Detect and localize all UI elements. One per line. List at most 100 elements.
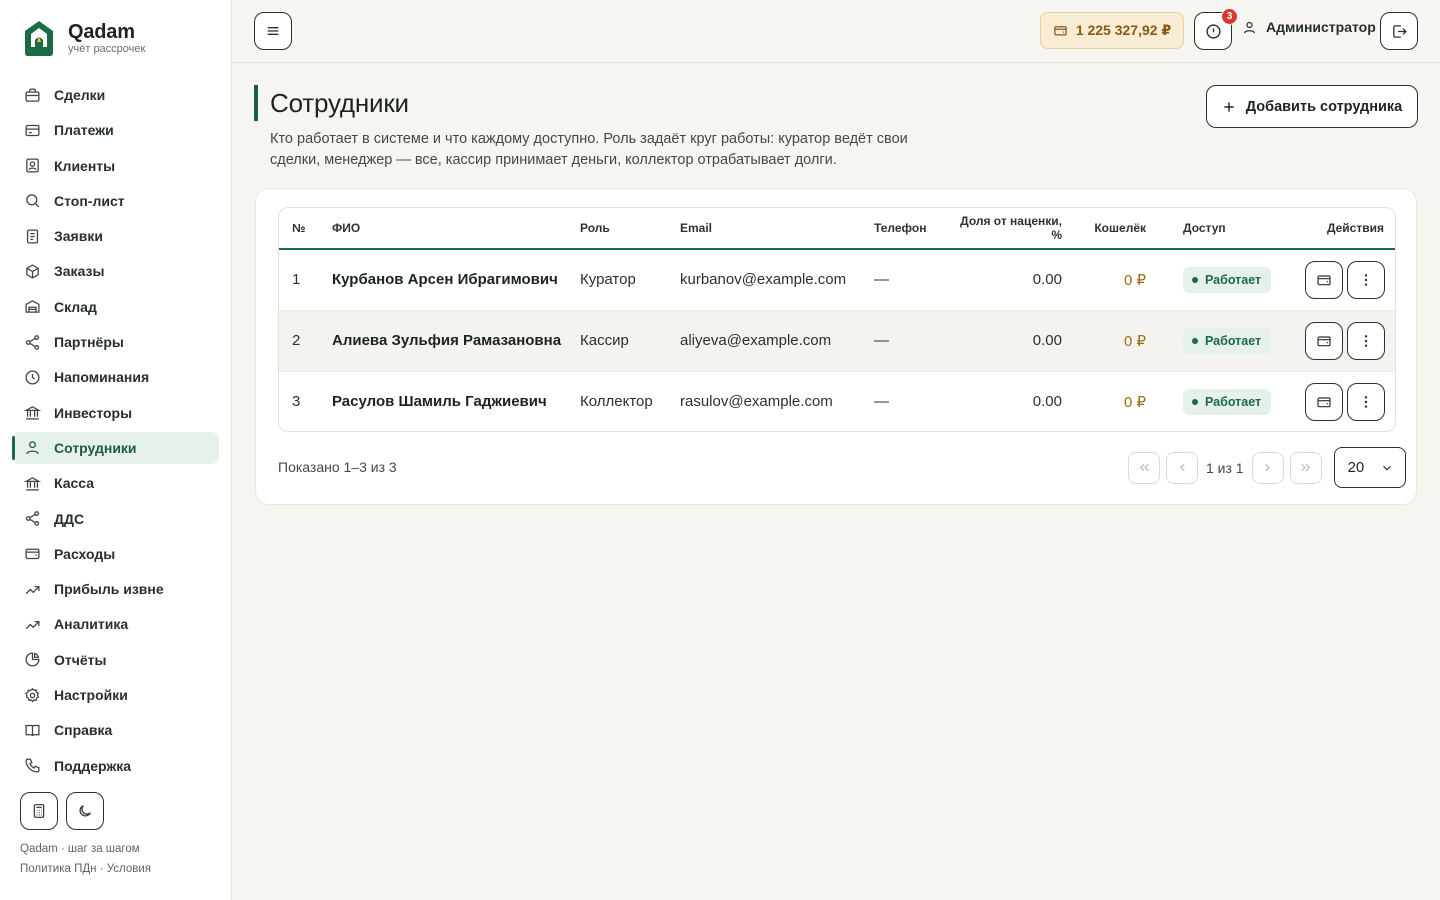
bank-icon xyxy=(24,476,41,491)
sidebar-item-label: Расходы xyxy=(54,545,116,562)
sidebar-item-employees[interactable]: Сотрудники xyxy=(12,431,219,464)
sidebar-item-label: Клиенты xyxy=(54,157,116,174)
calculator-icon xyxy=(33,804,45,818)
cell-share: 0.00 xyxy=(1032,271,1062,289)
brand[interactable]: Qadam учёт рассрочек xyxy=(24,20,145,57)
sidebar-item-reminders[interactable]: Напоминания xyxy=(12,361,219,393)
document-icon xyxy=(26,229,39,244)
wallet-icon xyxy=(25,548,40,560)
user-menu[interactable]: Администратор xyxy=(1242,19,1376,35)
column-header-access[interactable]: Доступ xyxy=(1170,208,1270,249)
sidebar-item-cash[interactable]: Касса xyxy=(12,467,219,499)
sidebar-item-investors[interactable]: Инвесторы xyxy=(12,397,219,429)
clock-icon xyxy=(25,370,40,385)
sidebar-item-settings[interactable]: Настройки xyxy=(12,679,219,711)
column-header-phone[interactable]: Телефон xyxy=(861,208,943,249)
sidebar-item-label: Сделки xyxy=(54,87,106,103)
status-dot xyxy=(1192,276,1198,283)
sidebar-item-warehouse[interactable]: Склад xyxy=(12,291,219,323)
user-name: Администратор xyxy=(1266,19,1376,35)
last-page-button[interactable] xyxy=(1289,451,1322,484)
more-actions-button[interactable] xyxy=(1347,382,1385,421)
sidebar-item-analytics[interactable]: Аналитика xyxy=(12,608,219,640)
column-header-email[interactable]: Email xyxy=(667,208,861,249)
logout-button[interactable] xyxy=(1380,12,1418,50)
cell-name[interactable]: Алиева Зульфия Рамазановна xyxy=(319,310,567,371)
cell-role: Куратор xyxy=(580,271,636,289)
wallet-icon xyxy=(1317,275,1331,286)
cell-role: Коллектор xyxy=(580,393,653,411)
column-header-share[interactable]: Доля от наценки, % xyxy=(943,208,1076,249)
table-row[interactable]: 3 Расулов Шамиль Гаджиевич Коллектор ras… xyxy=(279,371,1395,431)
column-header-number[interactable]: № xyxy=(279,208,319,249)
sidebar-item-expenses[interactable]: Расходы xyxy=(12,538,219,570)
sidebar-item-requests[interactable]: Заявки xyxy=(12,220,219,252)
column-header-role[interactable]: Роль xyxy=(567,208,667,249)
prev-page-button[interactable] xyxy=(1166,451,1198,484)
sidebar-item-payments[interactable]: Платежи xyxy=(12,114,219,146)
sidebar-item-label: Поддержка xyxy=(54,757,132,774)
employees-card: № ФИО Роль Email Телефон Доля от наценки… xyxy=(255,188,1417,505)
cell-name[interactable]: Расулов Шамиль Гаджиевич xyxy=(319,371,567,431)
cell-email: kurbanov@example.com xyxy=(680,271,847,289)
rows-shown-text: Показано 1–3 из 3 xyxy=(278,459,397,475)
status-label: Работает xyxy=(1205,394,1262,409)
more-vertical-icon xyxy=(1364,273,1368,286)
sidebar: Qadam учёт рассрочек Сделки Платежи Клие… xyxy=(0,0,232,900)
cell-wallet: 0 ₽ xyxy=(1123,271,1146,289)
cell-wallet: 0 ₽ xyxy=(1123,332,1146,350)
wallet-button[interactable] xyxy=(1305,321,1343,360)
bank-icon xyxy=(24,406,41,420)
user-icon xyxy=(26,441,39,455)
sidebar-item-label: Отчёты xyxy=(54,651,107,668)
plus-icon xyxy=(1224,101,1234,112)
add-employee-button[interactable]: Добавить сотрудника xyxy=(1206,85,1418,128)
wallet-button[interactable] xyxy=(1305,260,1343,299)
wallet-button[interactable] xyxy=(1305,382,1343,421)
footer-links[interactable]: Политика ПДн · Условия xyxy=(20,859,151,879)
more-actions-button[interactable] xyxy=(1347,260,1385,299)
cell-email: aliyeva@example.com xyxy=(680,332,832,349)
calculator-button[interactable] xyxy=(20,792,58,830)
table-row[interactable]: 2 Алиева Зульфия Рамазановна Кассир aliy… xyxy=(279,310,1395,371)
book-icon xyxy=(25,724,40,737)
cell-phone: — xyxy=(874,393,889,411)
sidebar-item-external-profit[interactable]: Прибыль извне xyxy=(12,573,219,605)
sidebar-item-dds[interactable]: ДДС xyxy=(12,503,219,535)
sidebar-item-orders[interactable]: Заказы xyxy=(12,255,219,287)
first-page-button[interactable] xyxy=(1128,451,1160,484)
sidebar-item-label: Аналитика xyxy=(54,616,129,633)
trend-up-icon xyxy=(25,620,40,630)
cell-wallet: 0 ₽ xyxy=(1123,393,1146,411)
theme-toggle-button[interactable] xyxy=(66,792,104,830)
chevrons-right-icon xyxy=(1301,463,1311,472)
balance-badge[interactable]: 1 225 327,92 ₽ xyxy=(1040,12,1184,49)
sidebar-item-support[interactable]: Поддержка xyxy=(12,750,219,782)
cell-name[interactable]: Курбанов Арсен Ибрагимович xyxy=(319,249,567,310)
page-size-select[interactable]: 20 xyxy=(1333,447,1406,488)
share-icon xyxy=(25,334,40,350)
brand-name: Qadam xyxy=(68,21,135,43)
sidebar-item-deals[interactable]: Сделки xyxy=(12,79,219,111)
sidebar-item-label: Настройки xyxy=(54,687,128,704)
alert-circle-icon xyxy=(1205,23,1221,39)
sidebar-item-reports[interactable]: Отчёты xyxy=(12,644,219,676)
cell-number: 3 xyxy=(292,393,301,411)
sidebar-item-stoplist[interactable]: Стоп-лист xyxy=(12,185,219,217)
column-header-wallet[interactable]: Кошелёк xyxy=(1076,208,1170,249)
table-row[interactable]: 1 Курбанов Арсен Ибрагимович Куратор kur… xyxy=(279,249,1395,310)
menu-toggle-button[interactable] xyxy=(254,12,292,50)
sidebar-item-partners[interactable]: Партнёры xyxy=(12,326,219,358)
notifications-button[interactable]: 3 xyxy=(1194,8,1238,50)
column-header-name[interactable]: ФИО xyxy=(319,208,567,249)
brand-tagline: учёт рассрочек xyxy=(68,43,146,55)
sidebar-item-clients[interactable]: Клиенты xyxy=(12,150,219,182)
next-page-button[interactable] xyxy=(1251,451,1284,484)
employees-table: № ФИО Роль Email Телефон Доля от наценки… xyxy=(279,208,1395,431)
cell-phone: — xyxy=(874,332,889,349)
sidebar-item-help[interactable]: Справка xyxy=(12,714,219,746)
cell-actions xyxy=(1270,371,1395,431)
wallet-icon xyxy=(1054,26,1067,36)
more-vertical-icon xyxy=(1364,395,1368,408)
more-actions-button[interactable] xyxy=(1347,321,1385,360)
